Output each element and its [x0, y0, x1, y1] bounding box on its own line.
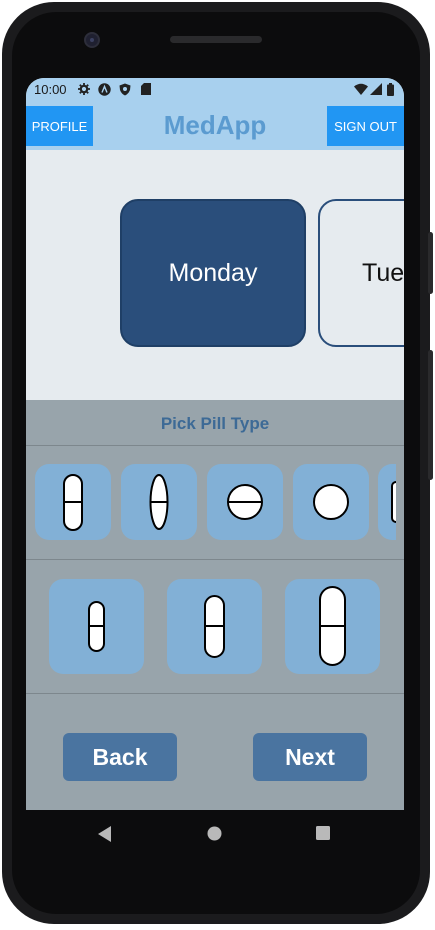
- app-circle-icon: [98, 83, 111, 96]
- day-card-selected[interactable]: Monday: [120, 199, 306, 347]
- pick-pill-heading: Pick Pill Type: [160, 414, 270, 433]
- battery-icon: [387, 83, 394, 96]
- next-button[interactable]: Next: [253, 733, 367, 781]
- system-nav-bar: [26, 810, 404, 858]
- pill-size-large-button[interactable]: [285, 579, 380, 674]
- earpiece-speaker: [170, 36, 262, 43]
- back-triangle-icon[interactable]: [98, 826, 112, 842]
- profile-button[interactable]: PROFILE: [26, 106, 93, 146]
- pill-capsule-vertical-button[interactable]: [35, 464, 111, 540]
- pill-round-button[interactable]: [293, 464, 369, 540]
- divider: [26, 693, 404, 694]
- home-circle-icon[interactable]: [207, 826, 222, 841]
- volume-button: [428, 350, 433, 480]
- power-button: [428, 232, 433, 294]
- sign-out-button[interactable]: SIGN OUT: [327, 106, 404, 146]
- front-camera: [84, 32, 100, 48]
- app-bar: PROFILE MedApp SIGN OUT: [26, 100, 404, 150]
- pill-round-scored-button[interactable]: [207, 464, 283, 540]
- oval-pill-icon: [149, 474, 169, 530]
- row-clip-mask: [396, 460, 404, 546]
- round-pill-icon: [313, 484, 349, 520]
- recents-square-icon[interactable]: [316, 826, 330, 840]
- sd-card-icon: [141, 83, 151, 95]
- round-scored-pill-icon: [227, 484, 263, 520]
- large-capsule-icon: [319, 586, 346, 666]
- signal-icon: [370, 83, 382, 95]
- wifi-icon: [354, 83, 368, 95]
- pill-type-picker: Pick Pill Type Back Next: [26, 400, 404, 810]
- divider: [26, 559, 404, 560]
- capsule-pill-icon: [63, 474, 83, 531]
- pill-size-medium-button[interactable]: [167, 579, 262, 674]
- day-carousel[interactable]: Monday Tue: [26, 150, 404, 400]
- divider: [26, 445, 404, 446]
- status-bar: 10:00: [26, 78, 404, 100]
- gear-icon: [78, 83, 90, 95]
- status-time: 10:00: [34, 82, 67, 97]
- app-screen: 10:00 PROFILE MedApp SIGN OUT Monday Tue…: [26, 78, 404, 810]
- small-capsule-icon: [88, 601, 105, 652]
- medium-capsule-icon: [204, 595, 225, 658]
- shield-icon: [119, 83, 131, 96]
- pill-oval-vertical-button[interactable]: [121, 464, 197, 540]
- pill-size-small-button[interactable]: [49, 579, 144, 674]
- day-card-next[interactable]: Tue: [318, 199, 404, 347]
- app-title: MedApp: [163, 110, 267, 140]
- back-button[interactable]: Back: [63, 733, 177, 781]
